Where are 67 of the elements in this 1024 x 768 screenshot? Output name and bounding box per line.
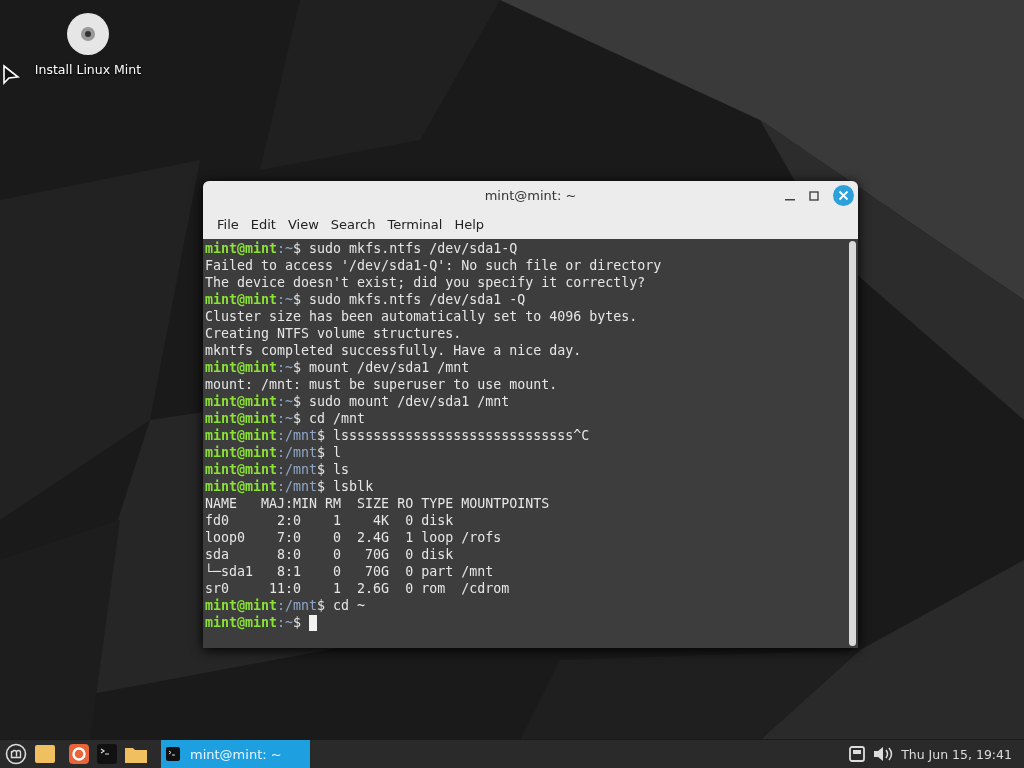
folder-icon[interactable]	[125, 745, 147, 763]
command-text: $	[293, 614, 303, 631]
output-line: mkntfs completed successfully. Have a nice day.	[205, 342, 582, 359]
command-text: $ l	[317, 444, 342, 461]
mouse-pointer-icon	[2, 64, 20, 86]
command-text: $ ls	[317, 461, 350, 478]
prompt-user: mint@mint	[205, 444, 278, 461]
window-title: mint@mint: ~	[484, 188, 577, 203]
disc-icon[interactable]	[66, 12, 110, 56]
menu-icon[interactable]	[5, 743, 27, 765]
menu-item[interactable]: View	[281, 217, 325, 232]
prompt-path: :~	[277, 410, 294, 427]
prompt-user: mint@mint	[205, 427, 278, 444]
output-line: NAME MAJ:MIN RM SIZE RO TYPE MOUNTPOINTS	[205, 495, 550, 512]
clock[interactable]: Thu Jun 15, 19:41	[901, 746, 1012, 762]
prompt-user: mint@mint	[205, 359, 278, 376]
prompt-path: :~	[277, 393, 294, 410]
prompt-path: :/mnt	[277, 461, 318, 478]
desktop-icon-label[interactable]: Install Linux Mint	[34, 62, 142, 77]
prompt-user: mint@mint	[205, 393, 278, 410]
command-text: $ sudo mkfs.ntfs /dev/sda1-Q	[293, 240, 518, 257]
prompt-user: mint@mint	[205, 461, 278, 478]
menu-item[interactable]: Terminal	[381, 217, 449, 232]
prompt-user: mint@mint	[205, 410, 278, 427]
output-line: The device doesn't exist; did you specify it correctly?	[205, 274, 646, 291]
prompt-path: :~	[277, 240, 294, 257]
menu-item[interactable]: File	[211, 217, 245, 232]
menu-item[interactable]: Help	[448, 217, 491, 232]
maximize-icon[interactable]	[809, 190, 819, 201]
prompt-path: :/mnt	[277, 478, 318, 495]
output-line: mount: /mnt: must be superuser to use mount.	[205, 376, 558, 393]
command-text: $ mount /dev/sda1 /mnt	[293, 359, 470, 376]
command-text: $ cd /mnt	[293, 410, 366, 427]
command-text: $ cd ~	[317, 597, 366, 614]
command-text: $ lsblk	[317, 478, 374, 495]
prompt-user: mint@mint	[205, 614, 278, 631]
output-line: Creating NTFS volume structures.	[205, 325, 462, 342]
output-line: loop0 7:0 0 2.4G 1 loop /rofs	[205, 529, 502, 546]
prompt-path: :/mnt	[277, 597, 318, 614]
window-icon[interactable]	[849, 746, 866, 762]
output-line: fd0 2:0 1 4K 0 disk	[205, 512, 455, 529]
command-text: $ lsssssssssssssssssssssssssssss^C	[317, 427, 590, 444]
prompt-user: mint@mint	[205, 291, 278, 308]
output-line: └─sda1 8:1 0 70G 0 part /mnt	[205, 563, 494, 580]
close-icon[interactable]	[833, 185, 854, 206]
menu-item[interactable]: Search	[324, 217, 382, 232]
terminal-icon	[166, 747, 180, 761]
prompt-path: :/mnt	[277, 444, 318, 461]
terminal-area[interactable]	[203, 239, 858, 648]
prompt-user: mint@mint	[205, 478, 278, 495]
prompt-path: :~	[277, 614, 294, 631]
output-line: Cluster size has been automatically set to 4096 bytes.	[205, 308, 638, 325]
prompt-path: :~	[277, 359, 294, 376]
output-line: sda 8:0 0 70G 0 disk	[205, 546, 455, 563]
prompt-path: :~	[277, 291, 294, 308]
output-line: Failed to access '/dev/sda1-Q': No such file or directory	[205, 257, 662, 274]
command-text: $ sudo mount /dev/sda1 /mnt	[293, 393, 510, 410]
prompt-path: :/mnt	[277, 427, 318, 444]
prompt-user: mint@mint	[205, 240, 278, 257]
terminal-icon[interactable]	[97, 744, 117, 764]
menu-item[interactable]: Edit	[244, 217, 282, 232]
browser-icon[interactable]	[69, 744, 89, 764]
volume-icon[interactable]	[873, 746, 894, 762]
output-line: sr0 11:0 1 2.6G 0 rom /cdrom	[205, 580, 510, 597]
scrollbar[interactable]	[846, 239, 858, 648]
prompt-user: mint@mint	[205, 597, 278, 614]
command-text: $ sudo mkfs.ntfs /dev/sda1 -Q	[293, 291, 526, 308]
